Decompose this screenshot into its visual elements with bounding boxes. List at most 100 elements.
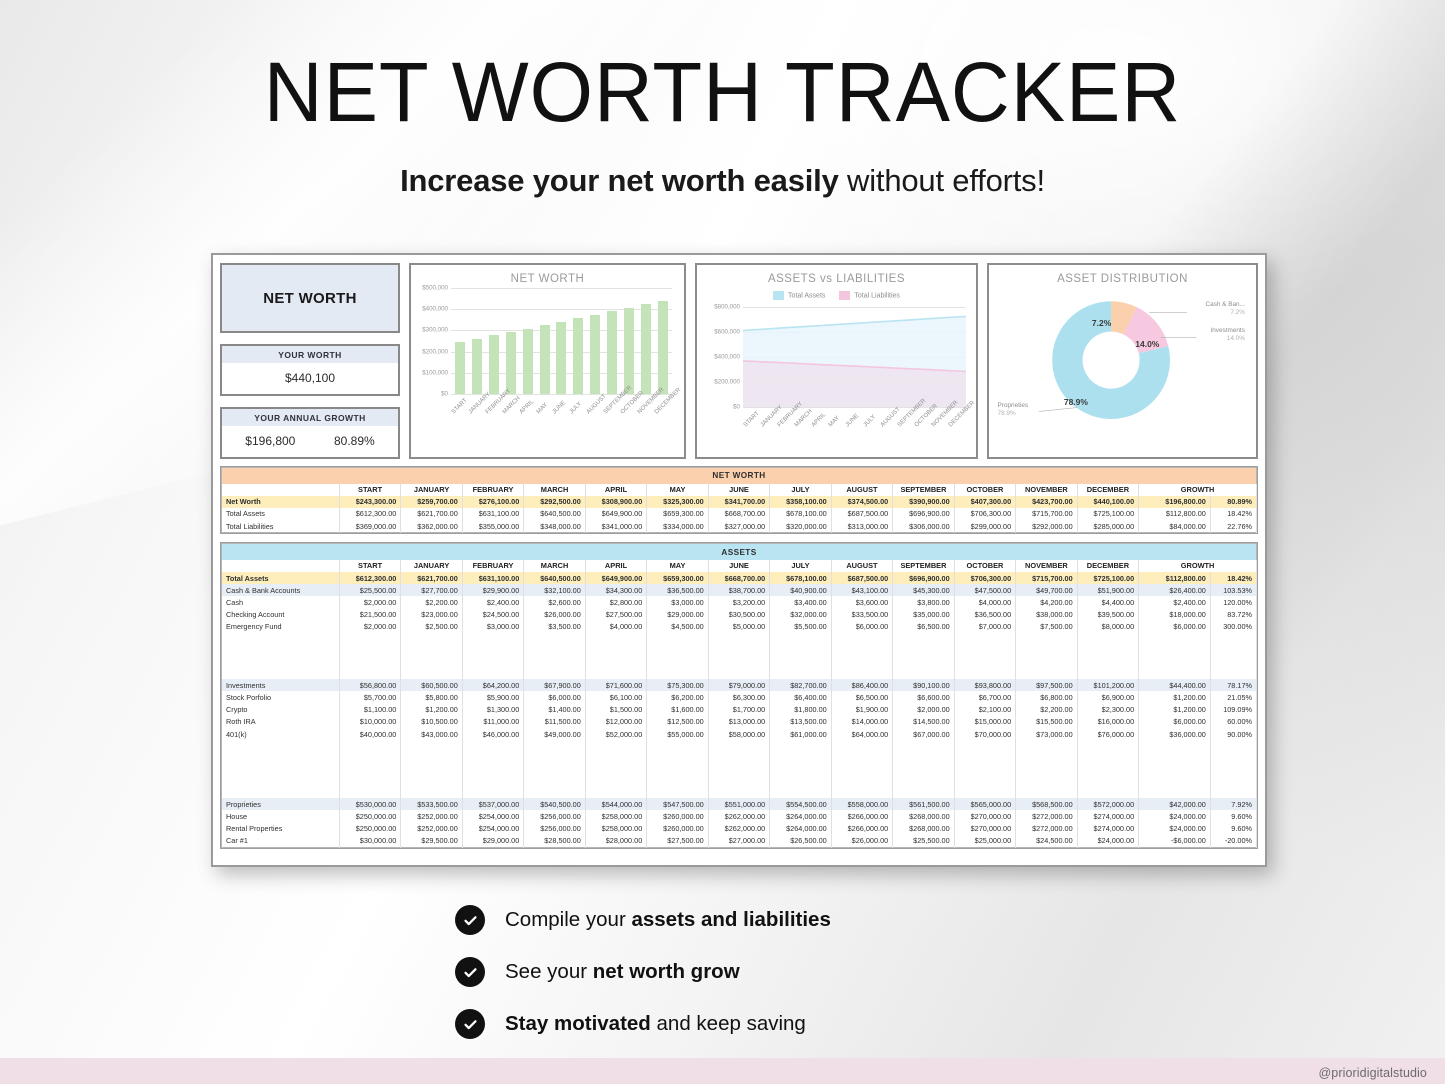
x-axis-tick-label: APRIL bbox=[518, 398, 535, 416]
table-cell: $36,500.00 bbox=[954, 608, 1017, 621]
table-cell: $621,700.00 bbox=[400, 571, 463, 585]
table-cell bbox=[646, 786, 709, 799]
assets-liabilities-x-axis: START JANUARY FEBRUARY MARCH APRIL MAY JUNE JUL… bbox=[743, 398, 976, 449]
net-worth-table: NET WORTH START JANUARY FEBRUARY MARCH APRIL M… bbox=[220, 466, 1258, 535]
row-label: Proprieties bbox=[221, 798, 340, 811]
y-axis-tick-label: $400,000 bbox=[714, 353, 740, 361]
legend-item-total-assets: Total Assets bbox=[773, 287, 825, 305]
x-axis-tick-label: NOVEMBER bbox=[930, 399, 960, 429]
table-cell: $706,300.00 bbox=[954, 571, 1017, 585]
table-cell bbox=[831, 656, 894, 668]
column-header bbox=[221, 559, 340, 572]
bar bbox=[505, 332, 516, 394]
subtitle-bold: Increase your net worth easily bbox=[400, 163, 839, 198]
table-cell: $6,500.00 bbox=[831, 691, 894, 704]
table-cell bbox=[769, 656, 832, 668]
row-label: Checking Account bbox=[221, 608, 340, 621]
net-worth-bar-chart: NET WORTH $0 $100,000 $200,000 $300,000 $400… bbox=[409, 263, 686, 459]
table-cell bbox=[892, 751, 955, 764]
table-cell bbox=[462, 751, 525, 764]
row-label bbox=[221, 740, 340, 752]
table-cell bbox=[831, 774, 894, 787]
table-cell: $308,900.00 bbox=[585, 495, 648, 508]
row-label: Crypto bbox=[221, 703, 340, 716]
table-cell: $250,000.00 bbox=[339, 810, 402, 823]
table-cell bbox=[339, 763, 402, 775]
row-label: Emergency Fund bbox=[221, 620, 340, 633]
y-axis-tick-label: $400,000 bbox=[422, 305, 448, 313]
x-axis-tick-label: START bbox=[450, 397, 469, 416]
table-row bbox=[221, 740, 1258, 752]
table-row: House $250,000.00 $252,000.00 $254,000.00 $2… bbox=[221, 810, 1258, 823]
growth-amount-cell: $112,800.00 bbox=[1138, 571, 1211, 585]
growth-percent-cell bbox=[1210, 667, 1258, 680]
table-cell: $292,000.00 bbox=[1015, 520, 1078, 533]
table-cell: $243,300.00 bbox=[339, 495, 402, 508]
table-cell: $561,500.00 bbox=[892, 798, 955, 811]
growth-amount-cell bbox=[1138, 632, 1211, 645]
growth-amount-cell: $44,400.00 bbox=[1138, 679, 1211, 692]
table-cell: $659,300.00 bbox=[646, 571, 709, 585]
table-cell: $558,000.00 bbox=[831, 798, 894, 811]
table-cell bbox=[400, 656, 463, 668]
table-cell: $11,500.00 bbox=[523, 715, 586, 728]
column-header: OCTOBER bbox=[954, 559, 1017, 572]
table-cell: $25,500.00 bbox=[339, 584, 402, 597]
table-row: Net Worth $243,300.00 $259,700.00 $276,100.… bbox=[221, 495, 1258, 508]
annual-growth-amount: $196,800 bbox=[245, 434, 296, 448]
table-cell: $3,400.00 bbox=[769, 596, 832, 609]
table-cell: $2,000.00 bbox=[339, 620, 402, 633]
column-header: GROWTH bbox=[1138, 559, 1257, 572]
donut-callout-name: Proprieties bbox=[997, 401, 1029, 409]
y-axis-tick-label: $100,000 bbox=[422, 369, 448, 377]
bar bbox=[573, 318, 584, 394]
annual-growth-label: YOUR ANNUAL GROWTH bbox=[222, 409, 398, 426]
table-cell: $14,000.00 bbox=[831, 715, 894, 728]
growth-amount-cell: $42,000.00 bbox=[1138, 798, 1211, 811]
table-cell: $649,900.00 bbox=[585, 571, 648, 585]
table-cell: $715,700.00 bbox=[1015, 507, 1078, 521]
dashboard-top-row: NET WORTH YOUR WORTH $440,100 YOUR ANNUA… bbox=[220, 263, 1258, 459]
table-row: Checking Account $21,500.00 $23,000.00 $24,… bbox=[221, 608, 1258, 621]
x-axis-tick-label: FEBRUARY bbox=[484, 388, 512, 416]
table-cell: $29,000.00 bbox=[646, 608, 709, 621]
net-worth-chart-title: NET WORTH bbox=[510, 273, 585, 285]
table-cell: $407,300.00 bbox=[954, 495, 1017, 508]
x-axis-tick-label: MAY bbox=[535, 402, 549, 416]
table-cell bbox=[769, 644, 832, 657]
net-worth-title-card: NET WORTH bbox=[220, 263, 400, 333]
table-banner-row: NET WORTH bbox=[221, 467, 1257, 484]
table-cell: $355,000.00 bbox=[462, 520, 525, 533]
table-row: Emergency Fund $2,000.00 $2,500.00 $3,000.0… bbox=[221, 620, 1258, 633]
table-cell bbox=[1077, 644, 1140, 657]
bar bbox=[640, 304, 651, 394]
table-cell: $1,900.00 bbox=[831, 703, 894, 716]
growth-percent-cell: 300.00% bbox=[1210, 620, 1258, 633]
list-item-label: See your net worth grow bbox=[505, 960, 740, 983]
x-axis-tick-label: JULY bbox=[569, 401, 584, 416]
legend-item-total-liabilities: Total Liabilities bbox=[839, 287, 900, 305]
table-cell: $73,000.00 bbox=[1015, 728, 1078, 741]
table-cell bbox=[646, 740, 709, 752]
table-cell: $6,700.00 bbox=[954, 691, 1017, 704]
bar bbox=[624, 307, 635, 394]
column-header: MAY bbox=[646, 483, 709, 496]
table-cell: $67,900.00 bbox=[523, 679, 586, 692]
table-row bbox=[221, 763, 1258, 775]
table-cell bbox=[892, 644, 955, 657]
y-axis-tick-label: $0 bbox=[441, 390, 448, 398]
table-cell: $341,700.00 bbox=[708, 495, 771, 508]
column-header: FEBRUARY bbox=[462, 483, 525, 496]
table-cell: $252,000.00 bbox=[400, 810, 463, 823]
table-cell: $2,400.00 bbox=[462, 596, 525, 609]
column-header: JUNE bbox=[708, 559, 771, 572]
table-cell bbox=[585, 667, 648, 680]
table-cell bbox=[400, 786, 463, 799]
table-cell: $4,200.00 bbox=[1015, 596, 1078, 609]
table-cell bbox=[769, 740, 832, 752]
assets-liabilities-plot-area: $0 $200,000 $400,000 $600,000 $800,000 bbox=[714, 304, 966, 411]
y-axis-tick-label: $600,000 bbox=[714, 328, 740, 336]
table-cell bbox=[708, 632, 771, 645]
column-header: SEPTEMBER bbox=[892, 559, 955, 572]
table-cell: $15,000.00 bbox=[954, 715, 1017, 728]
